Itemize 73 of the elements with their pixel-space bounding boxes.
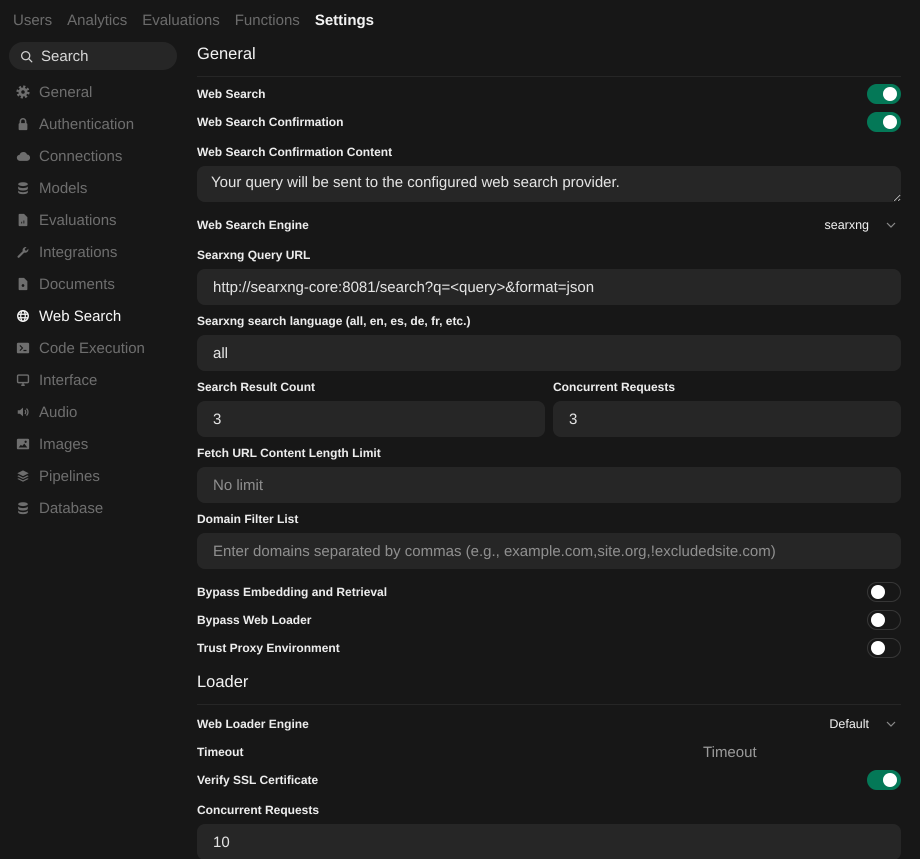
nav-tab[interactable]: Analytics [67,12,128,28]
sidebar-item[interactable]: Documents [9,268,115,300]
sidebar-item[interactable]: General [9,76,92,108]
input-field[interactable]: all [197,335,901,371]
setting-label: Web Search Confirmation [197,114,344,130]
image-icon [16,437,30,451]
nav-tab[interactable]: Functions [234,12,300,28]
database-icon [16,181,30,195]
sidebar-item[interactable]: Audio [9,396,78,428]
document-icon [16,277,30,291]
setting-label: Web Search Engine [197,217,309,233]
field-label: Web Search Confirmation Content [197,144,392,160]
globe-icon [16,309,30,323]
document-icon [16,213,30,227]
field-label: Domain Filter List [197,511,298,527]
chevron-down-icon [886,222,896,228]
sidebar-item[interactable]: Evaluations [9,204,117,236]
gear-icon [16,85,30,99]
sidebar-item[interactable]: Pipelines [9,460,100,492]
nav-tab[interactable]: Evaluations [142,12,220,28]
setting-label: Verify SSL Certificate [197,772,318,788]
sidebar-item[interactable]: Images [9,428,88,460]
chevron-down-icon [886,721,896,727]
select-dropdown[interactable]: Default [829,717,901,731]
text-area[interactable]: Your query will be sent to the configured web search provider. [197,166,901,202]
setting-label: Timeout [197,744,244,760]
sidebar-item[interactable]: Authentication [9,108,134,140]
toggle-switch[interactable] [867,610,901,630]
input-field[interactable]: 3 [197,401,545,437]
toggle-switch[interactable] [867,770,901,790]
field-label: Searxng Query URL [197,247,310,263]
toggle-switch[interactable] [867,582,901,602]
toggle-switch[interactable] [867,112,901,132]
setting-label: Bypass Web Loader [197,612,312,628]
search-field[interactable]: Search [9,42,177,70]
lock-icon [16,117,30,131]
speaker-icon [16,405,30,419]
input-field[interactable]: 10 [197,824,901,859]
field-label: Fetch URL Content Length Limit [197,445,381,461]
search-icon [20,50,33,62]
input-field[interactable]: No limit [197,467,901,503]
sidebar-item[interactable]: Integrations [9,236,118,268]
sidebar-item[interactable]: Interface [9,364,98,396]
sidebar-item[interactable]: Models [9,172,88,204]
sidebar-item[interactable]: Web Search [9,300,122,332]
field-label: Concurrent Requests [553,379,676,395]
input-field[interactable]: Enter domains separated by commas (e.g., example.com,site.org,!excludedsite.com) [197,533,901,569]
monitor-icon [16,373,30,387]
field-label: Concurrent Requests [197,802,320,818]
setting-label: Web Loader Engine [197,716,309,732]
layers-icon [16,469,30,483]
sidebar-item[interactable]: Connections [9,140,122,172]
setting-label: Trust Proxy Environment [197,640,340,656]
sidebar-item[interactable]: Code Execution [9,332,145,364]
nav-tab[interactable]: Settings [314,12,374,28]
input-field[interactable]: 3 [553,401,901,437]
select-dropdown[interactable]: searxng [824,218,901,232]
field-label: Search Result Count [197,379,316,395]
nav-tab[interactable]: Users [13,12,52,28]
input-field[interactable]: Timeout [703,744,901,760]
section-heading: General [197,44,256,64]
input-field[interactable]: http://searxng-core:8081/search?q=<query>&format=json [197,269,901,305]
wrench-icon [16,245,30,259]
cloud-icon [16,149,30,163]
terminal-icon [16,341,30,355]
setting-label: Web Search [197,86,266,102]
section-heading: Loader [197,672,248,692]
toggle-switch[interactable] [867,638,901,658]
field-label: Searxng search language (all, en, es, de, fr, etc.) [197,313,470,329]
database-icon [16,501,30,515]
toggle-switch[interactable] [867,84,901,104]
sidebar-item[interactable]: Database [9,492,104,524]
setting-label: Bypass Embedding and Retrieval [197,584,388,600]
